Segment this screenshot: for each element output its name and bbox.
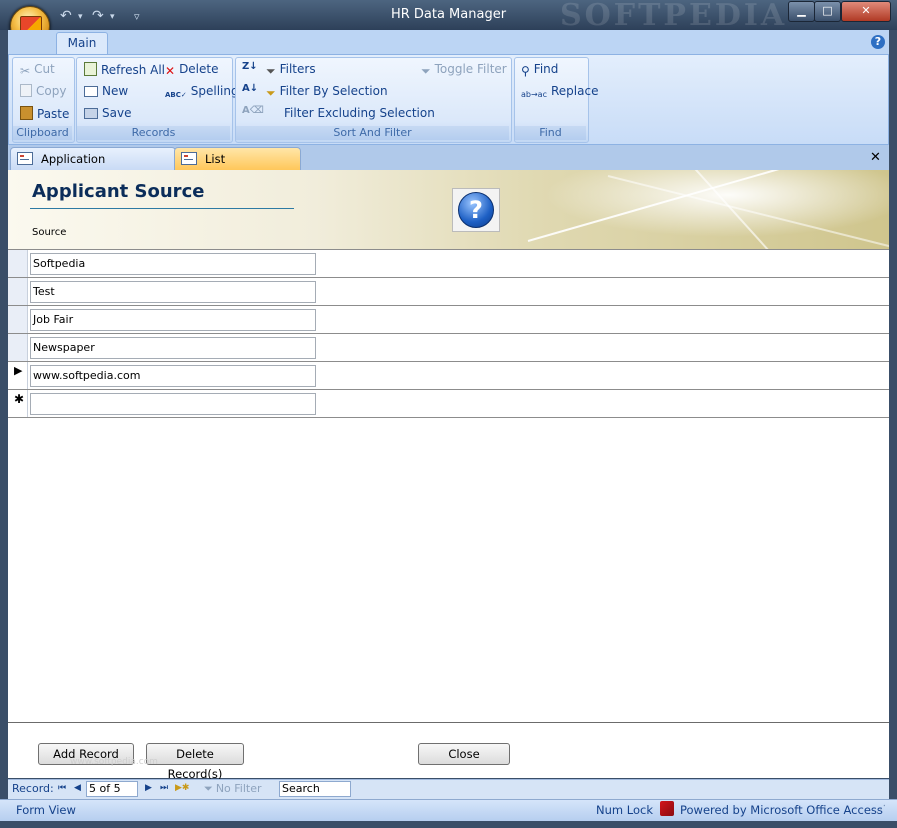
- funnel-off-icon: ⏷: [204, 782, 213, 795]
- first-record-icon[interactable]: ⏮: [58, 783, 66, 793]
- record-selector[interactable]: [8, 334, 28, 361]
- record-position-input[interactable]: 5 of 5: [86, 781, 138, 797]
- undo-icon[interactable]: ↶: [60, 8, 72, 24]
- view-status: Form View: [16, 803, 76, 817]
- last-record-icon[interactable]: ⏭: [160, 783, 168, 793]
- maximize-button[interactable]: □: [814, 1, 841, 22]
- spelling-button[interactable]: ABC✓ Spelling: [165, 84, 239, 105]
- spelling-icon: ABC✓: [165, 91, 187, 99]
- new-record-icon: ✱: [14, 392, 25, 406]
- no-filter-indicator[interactable]: ⏷ No Filter: [204, 782, 262, 796]
- column-header-source: Source: [32, 227, 67, 238]
- record-label: Record:: [12, 782, 54, 795]
- filter-excluding-selection-button[interactable]: Filter Excluding Selection: [284, 106, 435, 120]
- undo-dropdown-icon[interactable]: ▾: [78, 12, 83, 22]
- powered-by-label: Powered by Microsoft Office Access: [680, 803, 883, 817]
- source-field[interactable]: Job Fair: [30, 309, 316, 331]
- row-divider: [8, 333, 889, 334]
- row-divider: [8, 277, 889, 278]
- funnel-icon: ⏷: [266, 64, 276, 78]
- new-record-nav-icon[interactable]: ▶✱: [175, 783, 189, 793]
- new-record-button[interactable]: New: [84, 84, 128, 98]
- close-window-button[interactable]: ✕: [841, 1, 891, 22]
- find-button[interactable]: ⚲ Find: [521, 62, 558, 78]
- refresh-icon: [84, 62, 97, 76]
- toggle-filter-button[interactable]: ⏷ Toggle Filter: [421, 62, 507, 78]
- toggle-funnel-icon: ⏷: [421, 64, 431, 78]
- row-divider: [8, 417, 889, 418]
- filter-by-selection-button[interactable]: ⏷ Filter By Selection: [266, 84, 388, 100]
- copy-icon: [20, 84, 32, 97]
- clipboard-group-label: Clipboard: [13, 126, 72, 140]
- find-group-label: Find: [515, 126, 586, 140]
- delete-icon: ✕: [165, 64, 176, 78]
- access-logo-icon: [660, 801, 674, 816]
- row-divider: [8, 361, 889, 362]
- sort-descending-icon[interactable]: A↓: [242, 83, 258, 94]
- redo-icon[interactable]: ↷: [92, 8, 104, 24]
- title-underline: [30, 208, 294, 209]
- next-record-icon[interactable]: ▶: [145, 783, 152, 793]
- source-field[interactable]: Newspaper: [30, 337, 316, 359]
- minimize-button[interactable]: ▁: [788, 1, 815, 22]
- clear-sort-icon[interactable]: A⌫: [242, 105, 264, 116]
- save-button[interactable]: Save: [84, 106, 131, 120]
- sort-filter-group-label: Sort And Filter: [236, 126, 509, 140]
- source-field[interactable]: Softpedia: [30, 253, 316, 275]
- redo-dropdown-icon[interactable]: ▾: [110, 12, 115, 22]
- binoculars-icon: ⚲: [521, 64, 530, 78]
- customize-qat-icon[interactable]: ▿: [134, 10, 140, 23]
- record-selector[interactable]: [8, 250, 28, 277]
- delete-records-button[interactable]: Delete Record(s): [146, 743, 244, 781]
- numlock-status: Num Lock: [596, 803, 653, 817]
- header-streak: [607, 175, 889, 249]
- close-document-icon[interactable]: ✕: [870, 150, 881, 165]
- form-icon: [181, 152, 197, 165]
- help-icon[interactable]: ?: [871, 35, 885, 49]
- delete-button[interactable]: ✕ Delete: [165, 62, 219, 78]
- footer-watermark: www.softpedia.com: [70, 757, 158, 767]
- tab-list-maintenance[interactable]: List Maintenance: [174, 147, 301, 188]
- scissors-icon: ✂: [20, 64, 31, 78]
- filters-button[interactable]: ⏷ Filters: [266, 62, 316, 78]
- previous-record-icon[interactable]: ◀: [74, 783, 81, 793]
- close-button[interactable]: Close: [418, 743, 510, 765]
- replace-button[interactable]: ab→ac Replace: [521, 84, 598, 104]
- window-bottom-border: [0, 821, 897, 828]
- ribbon-tab-row: [8, 30, 889, 54]
- resize-grip-icon[interactable]: ⋰: [876, 804, 886, 815]
- replace-icon: ab→ac: [521, 90, 547, 99]
- source-field-new[interactable]: [30, 393, 316, 415]
- record-navigation-bar: [8, 779, 889, 799]
- refresh-all-button[interactable]: Refresh All: [84, 62, 165, 77]
- row-divider: [8, 249, 889, 250]
- header-streak: [687, 170, 823, 249]
- source-field-active[interactable]: www.softpedia.com: [30, 365, 316, 387]
- clipboard-icon: [20, 106, 33, 120]
- paste-button[interactable]: Paste: [20, 106, 69, 121]
- save-icon: [84, 108, 98, 119]
- tab-application-switchboard[interactable]: Application Switchboard: [10, 147, 176, 188]
- question-mark-icon[interactable]: ?: [458, 192, 494, 228]
- form-icon: [17, 152, 33, 165]
- record-selector[interactable]: [8, 278, 28, 305]
- tab-main[interactable]: Main: [56, 32, 108, 55]
- form-title: Applicant Source: [32, 181, 205, 202]
- copy-button[interactable]: Copy: [20, 84, 66, 98]
- records-group-label: Records: [77, 126, 230, 140]
- search-input[interactable]: Search: [279, 781, 351, 797]
- record-selector[interactable]: [8, 306, 28, 333]
- current-record-icon: ▶: [14, 364, 23, 377]
- sort-ascending-icon[interactable]: Z↓: [242, 61, 258, 72]
- row-divider: [8, 305, 889, 306]
- new-record-icon: [84, 86, 98, 97]
- source-field[interactable]: Test: [30, 281, 316, 303]
- row-divider: [8, 389, 889, 390]
- funnel-selection-icon: ⏷: [266, 86, 276, 100]
- cut-button[interactable]: ✂ Cut: [20, 62, 55, 78]
